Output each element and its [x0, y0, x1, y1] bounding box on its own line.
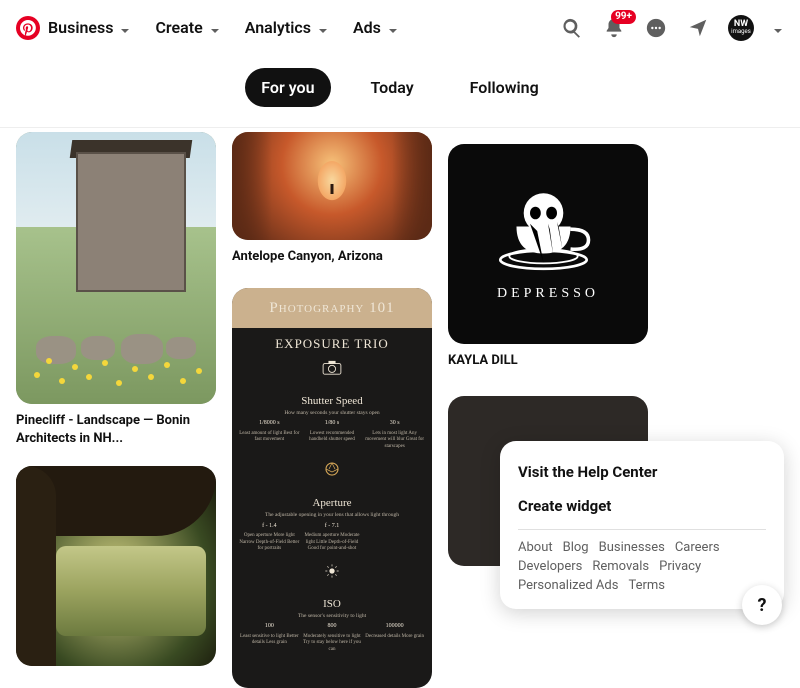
- tab-for-you[interactable]: For you: [245, 68, 330, 107]
- divider: [518, 529, 766, 530]
- updates-icon[interactable]: [686, 16, 710, 40]
- pin-card[interactable]: Pinecliff - Landscape — Bonin Architects…: [16, 132, 216, 447]
- search-icon[interactable]: [560, 16, 584, 40]
- chevron-down-icon: [119, 22, 131, 34]
- nav-label: Business: [48, 18, 113, 37]
- notifications-icon[interactable]: 99+: [602, 16, 626, 40]
- pinterest-logo[interactable]: [16, 16, 40, 40]
- avatar[interactable]: NW images: [728, 15, 754, 41]
- pin-title: Antelope Canyon, Arizona: [232, 248, 432, 266]
- section-heading: Shutter Speed: [232, 395, 432, 407]
- help-button[interactable]: ?: [742, 585, 782, 625]
- infographic-subtitle: EXPOSURE TRIO: [232, 336, 432, 352]
- tab-today[interactable]: Today: [355, 68, 430, 107]
- footer-link-careers[interactable]: Careers: [675, 540, 720, 555]
- chevron-down-icon: [317, 22, 329, 34]
- footer-link-removals[interactable]: Removals: [592, 559, 649, 574]
- nav-analytics[interactable]: Analytics: [245, 18, 329, 37]
- footer-link-privacy[interactable]: Privacy: [659, 559, 701, 574]
- desc-row: Open aperture More light Narrow Depth-of…: [232, 533, 432, 553]
- account-chevron-icon[interactable]: [772, 22, 784, 34]
- menu-help-center[interactable]: Visit the Help Center: [518, 455, 766, 489]
- tab-following[interactable]: Following: [454, 68, 555, 107]
- nav-label: Analytics: [245, 18, 311, 37]
- nav-label: Create: [155, 18, 202, 37]
- footer-link-developers[interactable]: Developers: [518, 559, 582, 574]
- footer-link-terms[interactable]: Terms: [628, 578, 665, 593]
- nav-label: Ads: [353, 18, 381, 37]
- pin-card[interactable]: Antelope Canyon, Arizona: [232, 132, 432, 266]
- pin-title: Pinecliff - Landscape — Bonin Architects…: [16, 412, 216, 447]
- footer-link-businesses[interactable]: Businesses: [599, 540, 665, 555]
- cup-skull-illustration: [493, 186, 603, 276]
- notification-badge: 99+: [611, 10, 636, 24]
- nav-create[interactable]: Create: [155, 18, 220, 37]
- pin-image: [16, 132, 216, 404]
- value-row: f - 1.4f - 7.1: [232, 523, 432, 531]
- footer-menu: Visit the Help Center Create widget Abou…: [500, 441, 784, 609]
- chevron-down-icon: [209, 22, 221, 34]
- pin-card[interactable]: Photography 101 EXPOSURE TRIO Shutter Sp…: [232, 288, 432, 688]
- pin-image: DEPRESSO: [448, 144, 648, 344]
- avatar-text-2: images: [731, 29, 751, 35]
- pin-title: KAYLA DILL: [448, 352, 648, 370]
- pin-card[interactable]: DEPRESSO KAYLA DILL: [448, 144, 648, 370]
- desc-row: Least amount of light Best for fast move…: [232, 431, 432, 451]
- value-row: 1/8000 s1/80 s30 s: [232, 420, 432, 428]
- section-caption: How many seconds your shutter stays open: [232, 410, 432, 417]
- infographic-title: Photography 101: [232, 288, 432, 328]
- desc-row: Least sensitive to light Better details …: [232, 634, 432, 654]
- section-heading: Aperture: [232, 497, 432, 509]
- section-heading: ISO: [232, 598, 432, 610]
- pin-card[interactable]: [16, 466, 216, 666]
- section-caption: The adjustable opening in your lens that…: [232, 512, 432, 519]
- pin-image: Photography 101 EXPOSURE TRIO Shutter Sp…: [232, 288, 432, 688]
- iso-icon: [324, 563, 340, 579]
- nav-ads[interactable]: Ads: [353, 18, 399, 37]
- pin-image: [16, 466, 216, 666]
- menu-create-widget[interactable]: Create widget: [518, 489, 766, 523]
- chevron-down-icon: [387, 22, 399, 34]
- footer-link-personalized-ads[interactable]: Personalized Ads: [518, 578, 618, 593]
- pin-image: [232, 132, 432, 240]
- nav-business[interactable]: Business: [48, 18, 131, 37]
- value-row: 100800100000: [232, 623, 432, 631]
- aperture-icon: [323, 460, 341, 478]
- illustration-text: DEPRESSO: [497, 286, 599, 302]
- section-caption: The sensor's sensitivity to light: [232, 613, 432, 620]
- footer-link-about[interactable]: About: [518, 540, 553, 555]
- camera-icon: [321, 360, 343, 376]
- messages-icon[interactable]: [644, 16, 668, 40]
- footer-link-blog[interactable]: Blog: [563, 540, 589, 555]
